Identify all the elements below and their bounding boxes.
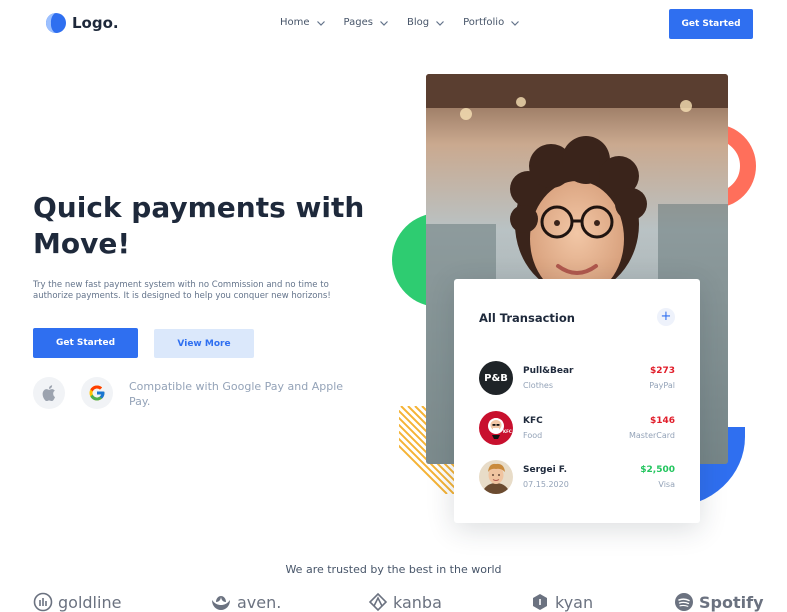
transaction-row[interactable]: KFC KFC Food $146 MasterCard [479,411,675,447]
header-get-started-button[interactable]: Get Started [669,9,753,39]
aven-logo-icon [212,596,230,610]
hero-description: Try the new fast payment system with no … [33,280,331,301]
nav-portfolio[interactable]: Portfolio [463,17,520,28]
transactions-card: All Transaction + P&B Pull&Bear Clothes … [454,279,700,523]
kfc-logo-icon: KFC [479,411,513,445]
brand-kanba: kanba [368,592,442,612]
transaction-row[interactable]: P&B Pull&Bear Clothes $273 PayPal [479,361,675,397]
transaction-category: Food [523,431,543,440]
transaction-name: Pull&Bear [523,366,574,376]
logo-text: Logo. [72,14,119,32]
nav-label: Home [280,17,310,28]
chevron-down-icon [316,20,325,26]
transaction-method: MasterCard [628,431,675,440]
nav-home[interactable]: Home [280,17,326,28]
view-more-button[interactable]: View More [154,329,254,358]
transaction-category: Clothes [523,381,553,390]
transaction-name: KFC [523,416,543,426]
transaction-name: Sergei F. [523,465,568,475]
spotify-logo-icon [675,593,693,611]
transaction-method: PayPal [649,381,675,390]
add-transaction-button[interactable]: + [657,308,675,326]
trusted-heading: We are trusted by the best in the world [285,563,502,576]
chevron-down-icon [380,20,388,26]
sergei-avatar [479,460,513,494]
brand-goldline: goldline [33,592,121,612]
kanba-logo-icon [368,592,388,612]
chevron-down-icon [436,20,444,26]
nav-blog[interactable]: Blog [407,17,445,28]
brand-spotify: Spotify [674,592,764,612]
goldline-logo-icon [33,592,53,612]
logo-mark-icon [44,12,66,34]
nav-label: Blog [406,17,430,28]
transaction-method: Visa [658,480,675,489]
google-icon [89,385,105,401]
nav-label: Portfolio [463,17,505,28]
logo[interactable]: Logo. [44,12,119,34]
apple-icon [42,385,55,401]
hero-get-started-button[interactable]: Get Started [33,328,138,358]
kyan-logo-icon [533,594,547,610]
main-nav: Home Pages Blog Portfolio [280,17,520,28]
transaction-amount: $273 [649,366,675,376]
compatible-text: Compatible with Google Pay and Apple Pay… [129,380,344,408]
brand-kyan: kyan [530,592,593,612]
hero-title: Quick payments with Move! [33,191,365,260]
brand-aven: aven. [210,592,281,612]
transaction-row[interactable]: Sergei F. 07.15.2020 $2,500 Visa [479,460,675,496]
google-pay-button[interactable] [81,377,113,409]
nav-pages[interactable]: Pages [344,17,389,28]
apple-pay-button[interactable] [33,377,65,409]
transactions-title: All Transaction [479,311,575,325]
transaction-amount: $2,500 [640,465,675,475]
chevron-down-icon [511,20,520,26]
transaction-date: 07.15.2020 [523,480,569,489]
nav-label: Pages [343,17,373,28]
transaction-amount: $146 [649,416,675,426]
pullbear-logo-icon: P&B [479,361,513,395]
